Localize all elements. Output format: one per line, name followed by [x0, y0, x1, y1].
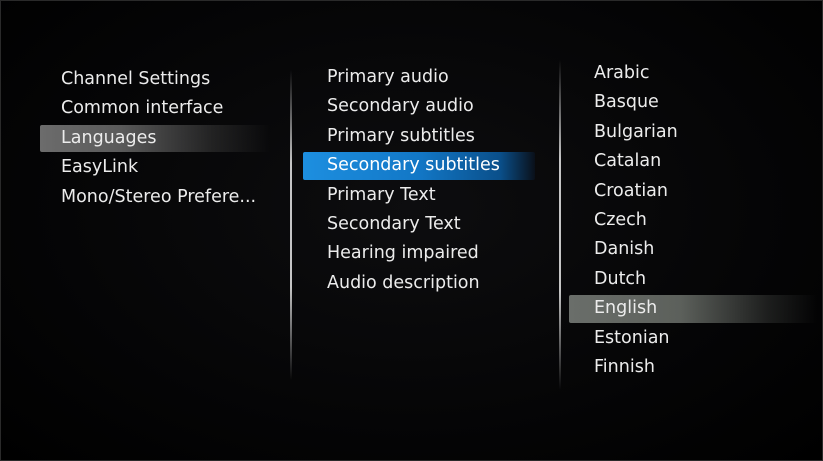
submenu-item-label: Secondary audio	[327, 96, 474, 117]
menu-item-easylink[interactable]: EasyLink	[40, 153, 280, 182]
submenu-item-label: Primary Text	[327, 184, 436, 205]
submenu-item-primary-audio[interactable]: Primary audio	[303, 63, 543, 92]
language-option-label: Finnish	[594, 356, 655, 377]
language-option-label: Dutch	[594, 268, 647, 289]
column-divider	[290, 70, 292, 380]
language-option-label: Croatian	[594, 180, 668, 201]
language-option-bulgarian[interactable]: Bulgarian	[569, 118, 809, 147]
menu-item-common-interface[interactable]: Common interface	[40, 94, 280, 123]
language-option-catalan[interactable]: Catalan	[569, 147, 809, 176]
language-option-czech[interactable]: Czech	[569, 206, 809, 235]
settings-category-list: Channel Settings Common interface Langua…	[40, 65, 280, 212]
language-option-croatian[interactable]: Croatian	[569, 177, 809, 206]
column-divider	[559, 60, 561, 390]
language-option-label: Catalan	[594, 151, 662, 172]
language-option-label: Estonian	[594, 327, 670, 348]
language-option-label: Basque	[594, 92, 659, 113]
menu-item-label: Channel Settings	[61, 69, 211, 89]
language-option-english[interactable]: English	[569, 294, 817, 323]
menu-item-mono-stereo[interactable]: Mono/Stereo Prefere...	[40, 183, 280, 212]
submenu-item-label: Secondary Text	[327, 213, 461, 234]
language-option-label: Bulgarian	[594, 121, 678, 142]
language-settings-list: Primary audio Secondary audio Primary su…	[303, 63, 543, 298]
menu-item-label: Languages	[61, 127, 157, 148]
menu-item-channel-settings[interactable]: Channel Settings	[40, 65, 280, 94]
submenu-item-label: Hearing impaired	[327, 243, 479, 264]
menu-item-label: Mono/Stereo Prefere...	[61, 186, 257, 207]
language-option-danish[interactable]: Danish	[569, 235, 809, 264]
submenu-item-primary-text[interactable]: Primary Text	[303, 181, 543, 210]
language-option-finnish[interactable]: Finnish	[569, 353, 809, 382]
language-option-arabic[interactable]: Arabic	[569, 59, 809, 88]
language-option-label: Danish	[594, 239, 655, 260]
language-option-dutch[interactable]: Dutch	[569, 265, 809, 294]
submenu-item-primary-subtitles[interactable]: Primary subtitles	[303, 122, 543, 151]
submenu-item-label: Primary audio	[327, 67, 449, 87]
language-option-estonian[interactable]: Estonian	[569, 324, 809, 353]
language-option-basque[interactable]: Basque	[569, 88, 809, 117]
language-option-label: Czech	[594, 209, 647, 230]
submenu-item-secondary-text[interactable]: Secondary Text	[303, 210, 543, 239]
menu-item-label: EasyLink	[61, 157, 139, 178]
language-options-list: Arabic Basque Bulgarian Catalan Croatian…	[569, 59, 817, 382]
submenu-item-label: Secondary subtitles	[327, 155, 500, 176]
submenu-item-hearing-impaired[interactable]: Hearing impaired	[303, 239, 543, 268]
language-option-label: English	[594, 298, 658, 319]
menu-item-languages[interactable]: Languages	[40, 124, 280, 153]
submenu-item-label: Audio description	[327, 272, 480, 293]
submenu-item-label: Primary subtitles	[327, 125, 475, 146]
submenu-item-secondary-audio[interactable]: Secondary audio	[303, 92, 543, 121]
tv-settings-screen: Channel Settings Common interface Langua…	[0, 0, 823, 461]
language-option-label: Arabic	[594, 63, 650, 83]
menu-item-label: Common interface	[61, 98, 224, 119]
submenu-item-audio-description[interactable]: Audio description	[303, 269, 543, 298]
submenu-item-secondary-subtitles[interactable]: Secondary subtitles	[303, 151, 543, 180]
